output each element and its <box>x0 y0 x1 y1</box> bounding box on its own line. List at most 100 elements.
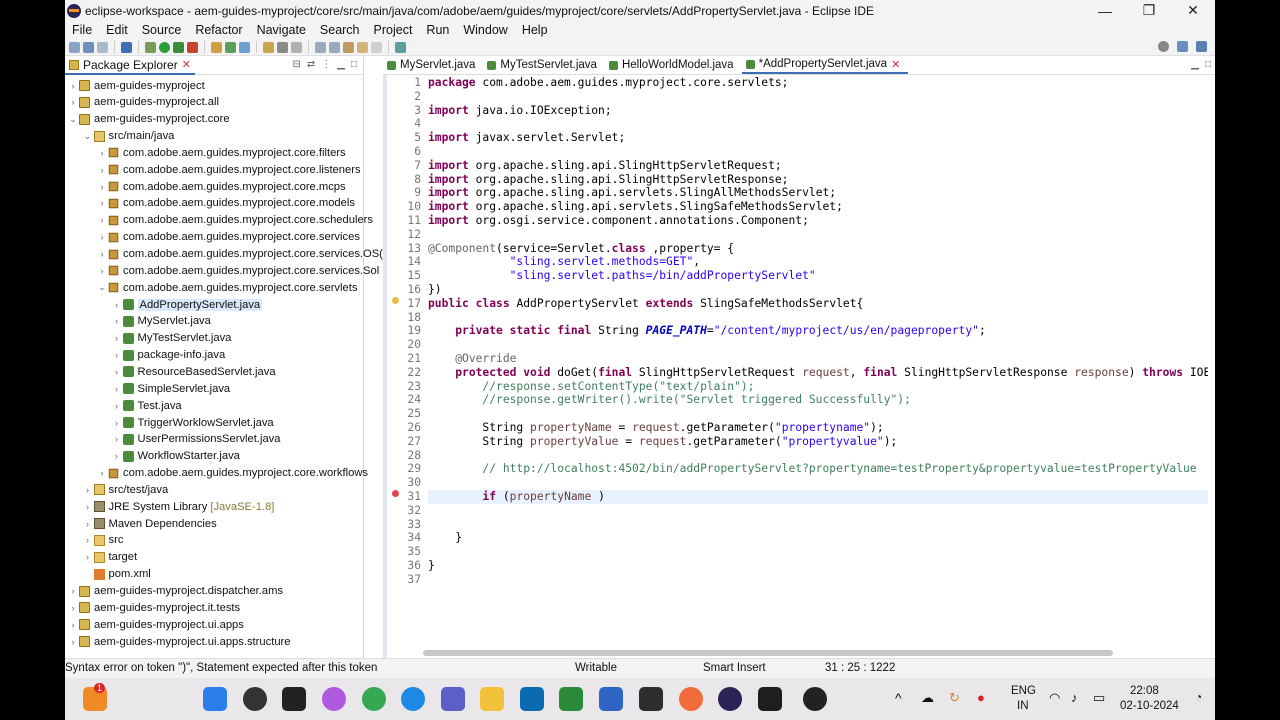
collapse-all-icon[interactable]: ⊟ <box>292 59 300 70</box>
chevron-right-icon[interactable]: › <box>96 165 108 175</box>
tree-item[interactable]: › src/test/java <box>82 481 168 498</box>
code-line[interactable]: } <box>428 559 1208 573</box>
minimize-editor-icon[interactable]: ▁ <box>1191 59 1199 70</box>
chevron-right-icon[interactable]: › <box>82 485 94 495</box>
link-editor-icon[interactable]: ⇄ <box>307 59 315 70</box>
chevron-right-icon[interactable]: › <box>96 249 108 259</box>
cloud-icon[interactable]: ☁ <box>921 690 934 706</box>
clock-date[interactable]: 02-10-2024 <box>1120 700 1179 712</box>
code-line[interactable]: package com.adobe.aem.guides.myproject.c… <box>428 76 1208 90</box>
code-line[interactable] <box>428 449 1208 463</box>
tree-item[interactable]: › com.adobe.aem.guides.myproject.core.mod… <box>96 195 355 212</box>
tree-item[interactable]: › aem-guides-myproject.ui.apps <box>67 616 244 633</box>
edge-icon[interactable] <box>401 687 425 711</box>
app-icon[interactable] <box>639 687 663 711</box>
code-line[interactable]: protected void doGet(final SlingHttpServ… <box>428 366 1208 380</box>
tree-item[interactable]: › WorkflowStarter.java <box>111 448 240 465</box>
code-line[interactable] <box>428 504 1208 518</box>
tab-helloworldmodel[interactable]: HelloWorldModel.java <box>605 56 742 74</box>
minimize-button[interactable]: — <box>1083 3 1127 19</box>
chevron-right-icon[interactable]: › <box>111 316 123 326</box>
code-line[interactable]: import org.apache.sling.api.SlingHttpSer… <box>428 159 1208 173</box>
tab-mytestservlet[interactable]: MyTestServlet.java <box>483 56 605 74</box>
notepad-icon[interactable] <box>559 687 583 711</box>
file-explorer-icon[interactable] <box>480 687 504 711</box>
menu-search[interactable]: Search <box>313 23 367 37</box>
tree-item[interactable]: › com.adobe.aem.guides.myproject.core.ser… <box>96 229 360 246</box>
tree-item[interactable]: › aem-guides-myproject <box>67 77 205 94</box>
code-line[interactable] <box>428 117 1208 131</box>
menu-help[interactable]: Help <box>515 23 555 37</box>
tray-chevron-icon[interactable]: ^ <box>895 690 902 706</box>
start-icon[interactable] <box>203 687 227 711</box>
chevron-right-icon[interactable]: › <box>96 266 108 276</box>
code-line[interactable]: if (propertyName ) <box>428 489 1208 504</box>
dell-icon[interactable] <box>520 687 544 711</box>
code-line[interactable]: } <box>428 531 1208 545</box>
code-line[interactable] <box>428 407 1208 421</box>
github-icon[interactable] <box>803 687 827 711</box>
chevron-right-icon[interactable]: › <box>111 384 123 394</box>
code-line[interactable] <box>428 573 1208 587</box>
code-line[interactable] <box>428 90 1208 104</box>
code-line[interactable]: }) <box>428 283 1208 297</box>
chevron-right-icon[interactable]: › <box>67 637 79 647</box>
tree-item[interactable]: › ResourceBasedServlet.java <box>111 363 276 380</box>
clock-time[interactable]: 22:08 <box>1130 685 1159 697</box>
chevron-right-icon[interactable]: › <box>96 232 108 242</box>
chevron-right-icon[interactable]: › <box>67 620 79 630</box>
tab-package-explorer[interactable]: Package Explorer ✕ <box>65 57 195 75</box>
tree-item[interactable]: › UserPermissionsServlet.java <box>111 431 281 448</box>
code-line[interactable]: "sling.servlet.paths=/bin/addPropertySer… <box>428 269 1208 283</box>
new-package-icon[interactable] <box>225 41 236 53</box>
code-line[interactable] <box>428 228 1208 242</box>
code-line[interactable]: "sling.servlet.methods=GET", <box>428 255 1208 269</box>
tree-item[interactable]: › MyTestServlet.java <box>111 330 231 347</box>
coverage-icon[interactable] <box>173 41 184 53</box>
vertical-scrollbar[interactable] <box>1201 77 1207 647</box>
maximize-editor-icon[interactable]: □ <box>1205 59 1211 70</box>
tree-item[interactable]: › com.adobe.aem.guides.myproject.core.sch… <box>96 212 373 229</box>
tree-item[interactable]: › com.adobe.aem.guides.myproject.core.fil… <box>96 144 346 161</box>
new-java-project-icon[interactable] <box>211 41 222 53</box>
menu-window[interactable]: Window <box>456 23 514 37</box>
chevron-right-icon[interactable]: › <box>96 468 108 478</box>
close-icon[interactable]: ✕ <box>182 58 191 71</box>
code-line[interactable]: import org.osgi.service.component.annota… <box>428 214 1208 228</box>
chevron-right-icon[interactable]: › <box>96 182 108 192</box>
chevron-right-icon[interactable]: › <box>96 198 108 208</box>
back-icon[interactable] <box>357 41 368 53</box>
code-line[interactable]: public class AddPropertyServlet extends … <box>428 297 1208 311</box>
tree-item[interactable]: › com.adobe.aem.guides.myproject.core.lis… <box>96 161 361 178</box>
chevron-right-icon[interactable]: › <box>96 148 108 158</box>
chevron-right-icon[interactable]: › <box>111 418 123 428</box>
debug-icon[interactable] <box>145 41 156 53</box>
menu-source[interactable]: Source <box>135 23 189 37</box>
code-line[interactable]: import org.apache.sling.api.SlingHttpSer… <box>428 173 1208 187</box>
code-line[interactable]: import org.apache.sling.api.servlets.Sli… <box>428 200 1208 214</box>
menu-edit[interactable]: Edit <box>99 23 135 37</box>
store-icon[interactable] <box>599 687 623 711</box>
chevron-right-icon[interactable]: › <box>111 350 123 360</box>
tree-item[interactable]: › MyServlet.java <box>111 313 211 330</box>
code-line[interactable] <box>428 338 1208 352</box>
chrome-icon[interactable] <box>362 687 386 711</box>
view-menu-icon[interactable]: ⋮ <box>321 59 331 70</box>
close-button[interactable]: ✕ <box>1171 2 1215 19</box>
chevron-right-icon[interactable]: › <box>82 502 94 512</box>
eclipse-icon[interactable] <box>718 687 742 711</box>
tree-item[interactable]: › com.adobe.aem.guides.myproject.core.ser… <box>96 262 380 279</box>
minimize-view-icon[interactable]: ▁ <box>337 59 345 70</box>
open-perspective-icon[interactable] <box>1177 41 1188 52</box>
code-line[interactable] <box>428 545 1208 559</box>
microphone-icon[interactable]: ● <box>977 690 985 705</box>
volume-icon[interactable]: ♪ <box>1071 690 1078 705</box>
error-marker-icon[interactable] <box>392 490 399 497</box>
warning-marker-icon[interactable] <box>392 297 399 304</box>
next-annotation-icon[interactable] <box>315 41 326 53</box>
new-class-icon[interactable] <box>239 41 250 53</box>
code-line[interactable]: @Override <box>428 352 1208 366</box>
wifi-icon[interactable]: ◠ <box>1049 690 1060 706</box>
tree-item[interactable]: › com.adobe.aem.guides.myproject.core.mcp… <box>96 178 346 195</box>
code-line[interactable]: @Component(service=Servlet.class ,proper… <box>428 242 1208 256</box>
